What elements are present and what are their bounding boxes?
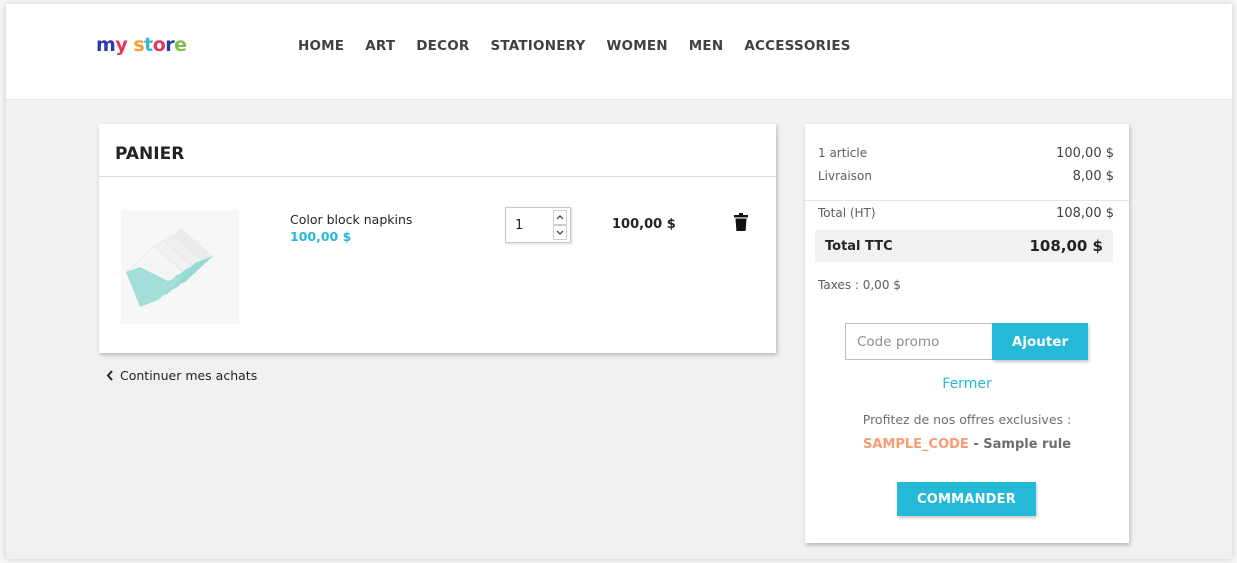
total-ttc-value: 108,00 $ [1029,237,1103,255]
shipping-label: Livraison [818,169,872,183]
taxes-text: Taxes : 0,00 $ [818,278,901,292]
remove-item-button[interactable] [734,213,748,231]
page-frame: my store HOME ART DECOR STATIONERY WOMEN… [6,4,1232,559]
voucher-name: Sample rule [983,437,1071,452]
total-ttc-label: Total TTC [825,238,893,254]
promo-code-input[interactable] [845,323,993,360]
spinner-down-icon [556,230,564,235]
quantity-increase-button[interactable] [553,210,567,225]
voucher-code-link[interactable]: SAMPLE_CODE [863,437,969,452]
product-unit-price: 100,00 $ [290,229,352,244]
napkins-product-image[interactable] [121,210,239,324]
total-ht-label: Total (HT) [818,206,876,220]
trash-icon [734,213,748,231]
summary-articles-row: 1 article 100,00 $ [818,146,1114,161]
summary-total-ht-row: Total (HT) 108,00 $ [818,206,1114,221]
voucher-rule: SAMPLE_CODE - Sample rule [805,437,1129,452]
quantity-stepper [505,207,571,243]
nav-art[interactable]: ART [365,38,395,54]
cart-panel: PANIER Color block napkins 100,00 $ 1 10… [99,124,776,353]
articles-label: 1 article [818,146,868,160]
nav-women[interactable]: WOMEN [606,38,667,54]
voucher-separator: - [968,437,984,452]
continue-shopping-link[interactable]: Continuer mes achats [106,368,257,383]
add-promo-button[interactable]: Ajouter [992,323,1088,360]
line-total: 100,00 $ [612,217,676,232]
cart-title: PANIER [115,144,185,164]
quantity-input[interactable] [506,208,550,242]
nav-men[interactable]: MEN [689,38,724,54]
chevron-left-icon [106,370,113,381]
divider [99,176,776,177]
cart-summary: 1 article 100,00 $ Livraison 8,00 $ Tota… [805,124,1129,543]
total-ht-value: 108,00 $ [1056,206,1114,221]
summary-shipping-row: Livraison 8,00 $ [818,169,1114,184]
site-header: my store HOME ART DECOR STATIONERY WOMEN… [6,4,1232,100]
main-nav: HOME ART DECOR STATIONERY WOMEN MEN ACCE… [298,38,851,54]
quantity-decrease-button[interactable] [553,225,567,240]
nav-home[interactable]: HOME [298,38,344,54]
nav-stationery[interactable]: STATIONERY [491,38,586,54]
nav-accessories[interactable]: ACCESSORIES [744,38,850,54]
summary-total-ttc-row: Total TTC 108,00 $ [815,230,1113,262]
checkout-button[interactable]: COMMANDER [897,482,1036,516]
nav-decor[interactable]: DECOR [416,38,469,54]
articles-value: 100,00 $ [1056,146,1114,161]
offers-label: Profitez de nos offres exclusives : [862,412,1072,427]
continue-shopping-label: Continuer mes achats [120,368,258,383]
shipping-value: 8,00 $ [1072,169,1114,184]
product-name-link[interactable]: Color block napkins [290,212,412,227]
close-promo-link[interactable]: Fermer [805,376,1129,392]
spinner-up-icon [556,215,564,220]
divider [805,200,1129,201]
store-logo[interactable]: my store [96,34,187,56]
